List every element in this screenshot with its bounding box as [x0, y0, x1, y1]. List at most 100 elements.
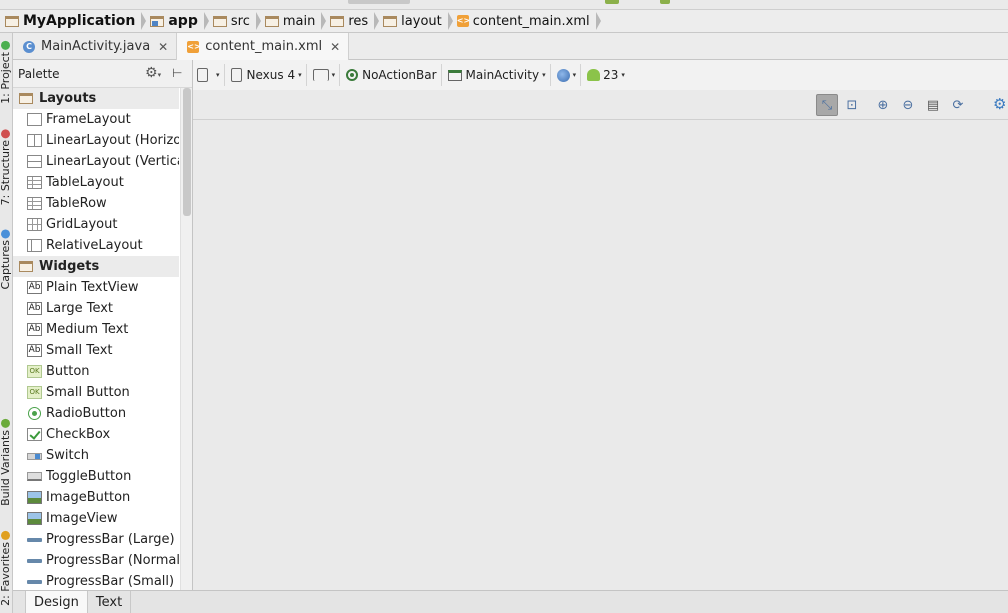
xml-file-icon: <>: [187, 40, 201, 53]
palette-item-label: ToggleButton: [46, 469, 132, 484]
tab-text[interactable]: Text: [88, 591, 132, 613]
theme-icon: [346, 69, 359, 81]
ab-widget-icon: Ab: [27, 302, 42, 315]
img-widget-icon: [27, 491, 42, 504]
vlin-widget-icon: [27, 155, 42, 168]
table-widget-icon: [27, 176, 42, 189]
design-surface-button[interactable]: ▾: [193, 64, 225, 86]
ab-widget-icon: Ab: [27, 344, 42, 357]
grid-widget-icon: [27, 218, 42, 231]
tool-window-structure[interactable]: 7: Structure: [0, 129, 12, 205]
editor-tab[interactable]: C MainActivity.java ✕: [13, 33, 178, 60]
palette-group[interactable]: Widgets: [13, 256, 179, 277]
device-selector[interactable]: Nexus 4 ▾: [227, 64, 307, 86]
palette-item-label: ProgressBar (Large): [46, 532, 175, 547]
refresh-icon[interactable]: ⟳: [947, 94, 969, 116]
palette-item[interactable]: ProgressBar (Small): [13, 571, 179, 590]
palette-item-label: ProgressBar (Small): [46, 574, 175, 589]
editor-tab[interactable]: <> content_main.xml ✕: [177, 33, 350, 60]
tool-window-strip: 1: Project 7: Structure Captures Build Vari…: [0, 33, 13, 613]
palette-item-label: Large Text: [46, 301, 113, 316]
activity-selector[interactable]: MainActivity ▾: [444, 64, 551, 86]
zoom-actual-size-icon[interactable]: ⊡: [841, 94, 863, 116]
hide-panel-icon[interactable]: ⊢: [172, 66, 182, 80]
palette-item[interactable]: CheckBox: [13, 424, 179, 445]
editor-tabs: C MainActivity.java ✕ <> content_main.xml ✕: [13, 33, 1008, 60]
palette-item[interactable]: OK Button: [13, 361, 179, 382]
globe-icon: [556, 68, 570, 82]
palette-item[interactable]: ImageView: [13, 508, 179, 529]
palette-item-label: TableLayout: [46, 175, 124, 190]
palette-item[interactable]: LinearLayout (Horizontal): [13, 130, 179, 151]
breadcrumb-item[interactable]: src: [208, 10, 261, 33]
tool-window-label: Build Variants: [0, 430, 12, 506]
breadcrumb-item[interactable]: main: [260, 10, 327, 33]
palette-item[interactable]: LinearLayout (Vertical): [13, 151, 179, 172]
breadcrumb-label: main: [282, 13, 316, 29]
palette-item[interactable]: TableLayout: [13, 172, 179, 193]
breadcrumb-item[interactable]: MyApplication: [0, 10, 147, 33]
palette-item[interactable]: Ab Medium Text: [13, 319, 179, 340]
breadcrumb-item[interactable]: res: [325, 10, 380, 33]
palette-item-label: LinearLayout (Vertical): [46, 154, 179, 169]
palette-item[interactable]: Switch: [13, 445, 179, 466]
palette-item[interactable]: RadioButton: [13, 403, 179, 424]
zoom-out-icon[interactable]: ⊖: [897, 94, 919, 116]
folder-icon: [19, 93, 33, 104]
palette-item-label: ImageView: [46, 511, 118, 526]
java-class-icon: C: [23, 40, 35, 53]
rel-widget-icon: [27, 239, 42, 252]
palette-group[interactable]: Layouts: [13, 88, 179, 109]
palette-scrollbar[interactable]: [180, 88, 192, 590]
palette-item[interactable]: Ab Plain TextView: [13, 277, 179, 298]
box-widget-icon: [27, 113, 42, 126]
folder-icon: [212, 15, 227, 27]
theme-selector[interactable]: NoActionBar: [342, 64, 442, 86]
tool-window-label: 7: Structure: [0, 140, 12, 206]
palette-item-label: ImageButton: [46, 490, 131, 505]
palette-item[interactable]: TableRow: [13, 193, 179, 214]
tool-window-build-variants[interactable]: Build Variants: [0, 419, 12, 506]
palette-item[interactable]: OK Small Button: [13, 382, 179, 403]
design-canvas[interactable]: ⤡ ⊡ ⊕ ⊖ ▤ ⟳ ⚙: [193, 90, 1008, 590]
img-widget-icon: [27, 512, 42, 525]
progress-widget-icon: [27, 537, 42, 542]
palette-item[interactable]: FrameLayout: [13, 109, 179, 130]
tab-design[interactable]: Design: [25, 591, 88, 613]
palette-item[interactable]: ProgressBar (Normal): [13, 550, 179, 571]
captures-icon: [1, 229, 10, 238]
activity-icon: [447, 69, 462, 81]
tool-window-captures[interactable]: Captures: [0, 229, 12, 289]
palette-header: Palette ⚙▾ ⊢: [13, 60, 192, 88]
palette-item[interactable]: Ab Large Text: [13, 298, 179, 319]
palette-item[interactable]: Ab Small Text: [13, 340, 179, 361]
palette-item[interactable]: ToggleButton: [13, 466, 179, 487]
api-level-selector[interactable]: 23 ▾: [583, 64, 629, 86]
palette-item[interactable]: GridLayout: [13, 214, 179, 235]
preview-document-icon[interactable]: ▤: [922, 94, 944, 116]
breadcrumb-item[interactable]: layout: [378, 10, 453, 33]
tool-window-star[interactable]: 2: Favorites: [0, 531, 12, 606]
ab-widget-icon: Ab: [27, 281, 42, 294]
tool-window-project[interactable]: 1: Project: [0, 41, 12, 104]
palette-item[interactable]: ImageButton: [13, 487, 179, 508]
close-icon[interactable]: ✕: [158, 40, 168, 54]
zoom-fit-icon[interactable]: ⤡: [816, 94, 838, 116]
palette-item[interactable]: RelativeLayout: [13, 235, 179, 256]
palette-item[interactable]: ProgressBar (Large): [13, 529, 179, 550]
zoom-in-icon[interactable]: ⊕: [872, 94, 894, 116]
breadcrumb-item[interactable]: <> content_main.xml: [452, 10, 601, 33]
close-icon[interactable]: ✕: [330, 40, 340, 54]
gear-icon[interactable]: ⚙▾: [145, 65, 161, 81]
palette-item-label: Button: [46, 364, 90, 379]
check-widget-icon: [27, 428, 42, 441]
locale-selector[interactable]: ▾: [553, 64, 582, 86]
xml-file-icon: <>: [456, 15, 471, 27]
breadcrumb-item[interactable]: app: [145, 10, 209, 33]
project-folder-icon: [5, 15, 19, 27]
palette-group-label: Layouts: [39, 91, 97, 106]
orientation-selector[interactable]: ▾: [309, 64, 341, 86]
settings-gear-icon[interactable]: ⚙: [993, 95, 1006, 113]
ab-widget-icon: Ab: [27, 323, 42, 336]
android-studio-window: MyApplication app src main res layout <> conten…: [0, 0, 1008, 613]
